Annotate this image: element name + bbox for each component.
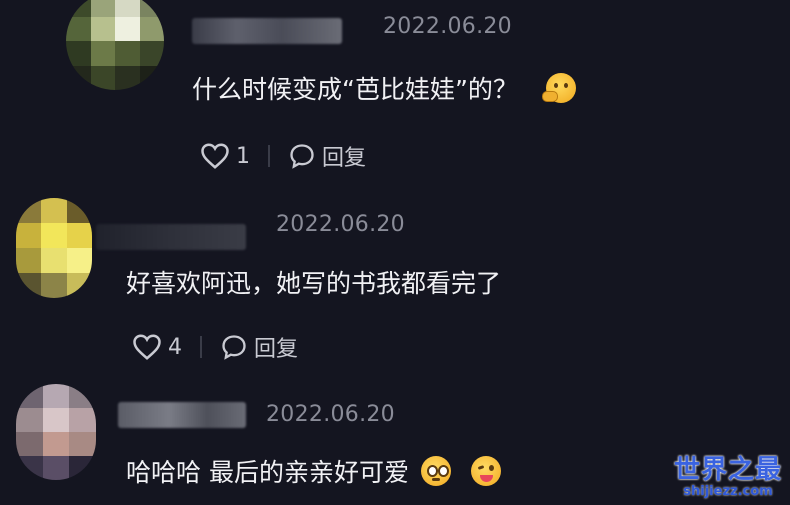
heart-icon: [132, 333, 162, 361]
site-watermark-logo: 世界之最 shijiezz.com: [674, 456, 782, 499]
comment-1: 2022.06.20 什么时候变成“芭比娃娃”的？ 1 回复: [0, 0, 790, 190]
speech-bubble-icon: [288, 142, 316, 170]
username-blurred[interactable]: [96, 224, 246, 250]
comment-actions: 4 回复: [132, 331, 298, 363]
comment-text: 哈哈哈 最后的亲亲好可爱: [126, 453, 501, 489]
comment-actions: 1 回复: [200, 140, 366, 172]
avatar[interactable]: [16, 384, 96, 480]
like-button[interactable]: 4: [132, 333, 182, 361]
watermark-title: 世界之最: [673, 455, 782, 485]
reply-label: 回复: [254, 337, 299, 362]
comment-2: 2022.06.20 好喜欢阿迅，她写的书我都看完了 4 回复: [0, 190, 790, 380]
avatar[interactable]: [16, 198, 92, 298]
speech-bubble-icon: [220, 333, 248, 361]
watermark-url: shijiezz.com: [683, 484, 773, 499]
username-blurred[interactable]: [192, 18, 342, 44]
comment-date: 2022.06.20: [276, 212, 405, 237]
divider: [268, 145, 270, 167]
thinking-face-icon: [541, 73, 576, 103]
winking-tongue-face-icon: [470, 456, 501, 486]
like-count: 4: [168, 334, 182, 360]
comment-3: 2022.06.20 哈哈哈 最后的亲亲好可爱: [0, 380, 790, 505]
reply-button[interactable]: 回复: [220, 331, 298, 363]
like-button[interactable]: 1: [200, 142, 250, 170]
comment-date: 2022.06.20: [266, 402, 395, 427]
pleading-face-icon: [420, 456, 451, 486]
comment-text: 什么时候变成“芭比娃娃”的？: [192, 70, 576, 106]
like-count: 1: [236, 143, 250, 169]
heart-icon: [200, 142, 230, 170]
divider: [200, 336, 202, 358]
comment-text: 好喜欢阿迅，她写的书我都看完了: [126, 269, 502, 298]
reply-label: 回复: [322, 146, 367, 171]
username-blurred[interactable]: [118, 402, 246, 428]
avatar[interactable]: [66, 0, 164, 90]
reply-button[interactable]: 回复: [288, 140, 366, 172]
comment-date: 2022.06.20: [383, 14, 512, 39]
